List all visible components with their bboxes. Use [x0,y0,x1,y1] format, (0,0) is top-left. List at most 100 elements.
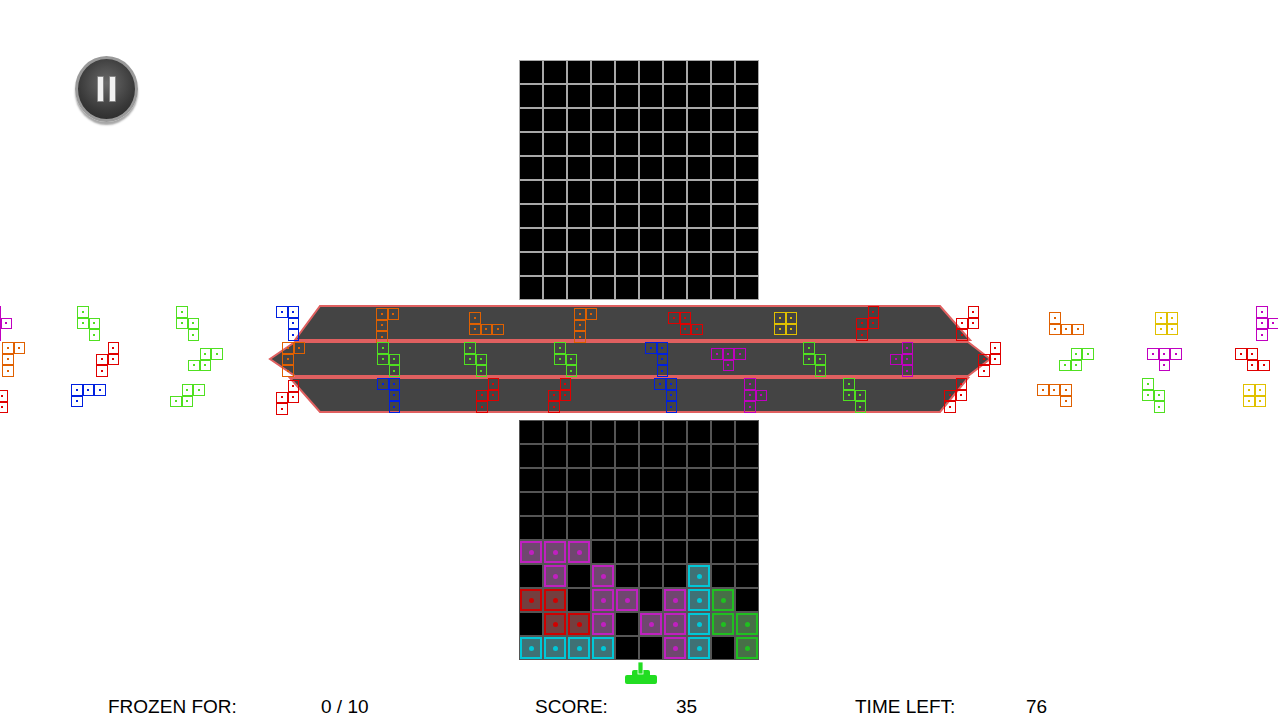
empty-cell [544,421,566,443]
tetromino-piece[interactable] [1049,312,1084,347]
tetromino-piece[interactable] [476,378,511,413]
piece-cell [1247,348,1259,360]
empty-cell [616,493,638,515]
piece-cell [978,354,990,366]
cannon-icon[interactable] [624,662,658,684]
piece-cell [1154,390,1166,402]
empty-cell [568,157,590,179]
tetromino-piece[interactable] [188,348,223,383]
filled-cell [544,637,566,659]
piece-dot [287,370,289,372]
piece-cell [282,365,294,377]
piece-dot [292,385,294,387]
tetromino-piece[interactable] [377,378,412,413]
piece-dot [779,317,781,319]
piece-cell [843,378,855,390]
piece-cell [548,401,560,413]
empty-cell [520,613,542,635]
cell-dot [721,622,726,627]
empty-cell [688,157,710,179]
pause-button[interactable] [75,56,138,122]
filled-cell [544,589,566,611]
piece-cell [1060,396,1072,408]
empty-cell [520,565,542,587]
piece-dot [848,394,850,396]
tetromino-piece[interactable] [654,378,689,413]
tetromino-piece[interactable] [956,306,991,341]
empty-cell [688,205,710,227]
empty-cell [664,205,686,227]
piece-dot [198,389,200,391]
tetromino-piece[interactable] [548,378,583,413]
pause-bar-icon [97,76,104,102]
tetromino-piece[interactable] [96,342,131,377]
tetromino-piece[interactable] [744,378,779,413]
empty-cell [544,517,566,539]
tetromino-piece[interactable] [574,308,609,343]
piece-cell [1,318,13,330]
empty-cell [712,637,734,659]
tetromino-piece[interactable] [1059,348,1094,383]
tetromino-piece[interactable] [1243,384,1278,419]
tetromino-piece[interactable] [711,348,746,383]
tetromino-piece[interactable] [0,390,31,425]
tetromino-piece[interactable] [77,306,112,341]
piece-cell [657,342,669,354]
empty-cell [616,205,638,227]
tetromino-piece[interactable] [978,342,1013,377]
tetromino-piece[interactable] [803,342,838,377]
cell-dot [553,574,558,579]
cell-dot [577,646,582,651]
tetromino-piece[interactable] [176,306,211,341]
tetromino-piece[interactable] [2,342,37,377]
tetromino-piece[interactable] [1256,306,1278,341]
piece-cell [1268,318,1278,330]
tetromino-piece[interactable] [1037,384,1072,419]
piece-dot [492,394,494,396]
tetromino-piece[interactable] [376,308,411,343]
tetromino-piece[interactable] [170,384,205,419]
empty-cell [712,253,734,275]
tetromino-piece[interactable] [1155,312,1190,347]
piece-cell [476,390,488,402]
empty-cell [568,277,590,299]
piece-cell [574,320,586,332]
empty-cell [520,277,542,299]
cell-dot [673,646,678,651]
tetromino-piece[interactable] [276,380,311,415]
tetromino-piece[interactable] [377,342,412,377]
piece-dot [579,336,581,338]
tetromino-piece[interactable] [276,306,311,341]
piece-cell [276,306,288,318]
tetromino-piece[interactable] [282,342,317,377]
filled-cell [520,637,542,659]
piece-cell [2,354,14,366]
tetromino-piece[interactable] [1142,378,1177,413]
piece-dot [492,383,494,385]
empty-cell [520,493,542,515]
tetromino-piece[interactable] [668,312,703,347]
piece-dot [7,347,9,349]
empty-cell [568,445,590,467]
piece-dot [1163,364,1165,366]
empty-cell [592,61,614,83]
piece-dot [382,358,384,360]
tetromino-piece[interactable] [1235,348,1270,383]
piece-dot [590,313,592,315]
tetromino-piece[interactable] [890,342,925,377]
tetromino-piece[interactable] [0,306,24,341]
empty-cell [688,493,710,515]
piece-cell [956,378,968,390]
empty-cell [640,589,662,611]
tetromino-piece[interactable] [464,342,499,377]
piece-dot [480,370,482,372]
empty-cell [568,181,590,203]
cell-dot [625,598,630,603]
empty-cell [616,229,638,251]
tetromino-piece[interactable] [645,342,680,377]
tetromino-piece[interactable] [554,342,589,377]
tetromino-piece[interactable] [856,306,891,341]
tetromino-piece[interactable] [843,378,878,413]
tetromino-piece[interactable] [71,384,106,419]
tetromino-piece[interactable] [944,378,979,413]
